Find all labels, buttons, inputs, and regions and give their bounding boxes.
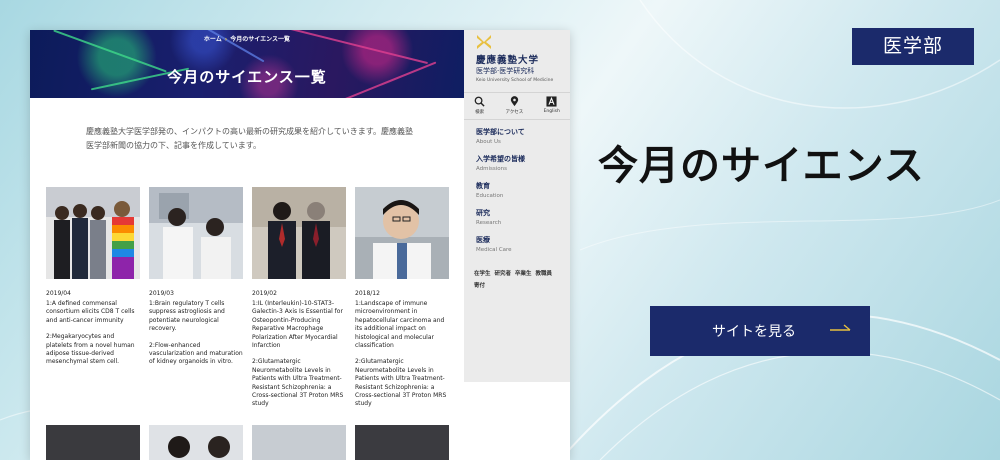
nav-research[interactable]: 研究 Research: [476, 208, 501, 226]
card-articles: 1:Brain regulatory T cells suppress astr…: [149, 300, 243, 375]
link-alumni[interactable]: 卒業生: [515, 271, 532, 277]
utility-icons: 検索 アクセス English: [464, 92, 570, 120]
link-students[interactable]: 在学生: [474, 271, 491, 277]
card-photo: [355, 187, 449, 279]
access-label: アクセス: [505, 110, 524, 115]
nav-label-jp: 医学部について: [476, 128, 525, 136]
english-button[interactable]: English: [544, 96, 560, 119]
article-title[interactable]: 2:Megakaryocytes and platelets from a no…: [46, 333, 140, 367]
breadcrumb-home[interactable]: ホーム: [204, 36, 222, 43]
science-card[interactable]: 2019/03 1:Brain regulatory T cells suppr…: [149, 187, 243, 365]
nav-label-jp: 研究: [476, 209, 490, 217]
next-card-photo[interactable]: [355, 425, 449, 460]
language-icon: [546, 96, 557, 107]
link-staff[interactable]: 教職員: [536, 271, 553, 277]
card-articles: 1:A defined commensal consortium elicits…: [46, 300, 140, 375]
nav-label-en: Education: [476, 193, 504, 199]
science-card[interactable]: 2018/12 1:Landscape of immune microenvir…: [355, 187, 449, 407]
access-button[interactable]: アクセス: [505, 96, 523, 119]
nav-education[interactable]: 教育 Education: [476, 181, 503, 199]
nav-label-en: Medical Care: [476, 247, 512, 253]
search-button[interactable]: 検索: [474, 96, 485, 119]
nav-admissions[interactable]: 入学希望の皆様 Admissions: [476, 154, 525, 172]
nav-label-jp: 医療: [476, 236, 490, 244]
card-date: 2019/03: [149, 290, 174, 297]
search-label: 検索: [475, 110, 485, 115]
card-date: 2019/02: [252, 290, 277, 297]
page-title: 今月のサイエンス: [598, 143, 925, 189]
card-photo: [46, 187, 140, 279]
card-photo: [252, 187, 346, 279]
site-screenshot: ホーム › 今月のサイエンス一覧 今月のサイエンス一覧 慶應義塾大学医学部発の、イン…: [30, 30, 570, 460]
nav-label-en: About Us: [476, 139, 501, 145]
article-title[interactable]: 2:Glutamatergic Neurometabolite Levels i…: [355, 358, 449, 408]
next-card-photo[interactable]: [46, 425, 140, 460]
link-donation[interactable]: 寄付: [474, 283, 485, 289]
card-photo: [149, 187, 243, 279]
nav-medical-care[interactable]: 医療 Medical Care: [476, 235, 512, 253]
keio-pen-logo-icon: [477, 35, 491, 49]
nav-label-jp: 教育: [476, 182, 490, 190]
faculty-badge: 医学部: [852, 28, 974, 65]
nav-label-en: Admissions: [476, 166, 508, 172]
article-title[interactable]: 1:Landscape of immune microenvironment i…: [355, 300, 449, 350]
logo-subtitle: 医学部·医学研究科: [476, 67, 535, 75]
science-card[interactable]: 2019/04 1:A defined commensal consortium…: [46, 187, 140, 365]
side-navigation: 慶應義塾大学 医学部·医学研究科 Keio University School …: [464, 30, 570, 382]
breadcrumb-current: 今月のサイエンス一覧: [230, 36, 291, 43]
nav-label-jp: 入学希望の皆様: [476, 155, 525, 163]
visit-site-label: サイトを見る: [712, 324, 796, 340]
breadcrumb: ホーム › 今月のサイエンス一覧: [203, 36, 291, 43]
hero-title: 今月のサイエンス一覧: [167, 68, 327, 86]
article-title[interactable]: 2:Flow-enhanced vascularization and matu…: [149, 342, 243, 367]
search-icon: [474, 96, 485, 107]
logo-name[interactable]: 慶應義塾大学: [476, 52, 539, 66]
intro-text: 慶應義塾大学医学部発の、インパクトの高い最新の研究成果を紹介していきます。慶應義…: [86, 127, 413, 150]
map-pin-icon: [510, 96, 519, 107]
article-title[interactable]: 1:IL (Interleukin)-10-STAT3-Galectin-3 A…: [252, 300, 346, 350]
hero-banner: ホーム › 今月のサイエンス一覧 今月のサイエンス一覧: [30, 30, 464, 98]
card-date: 2018/12: [355, 290, 380, 297]
link-researchers[interactable]: 研究者: [495, 271, 512, 277]
visit-site-button[interactable]: サイトを見る: [650, 306, 870, 356]
next-card-photo[interactable]: [252, 425, 346, 460]
logo-english: Keio University School of Medicine: [476, 78, 554, 83]
card-articles: 1:Landscape of immune microenvironment i…: [355, 300, 449, 417]
english-label: English: [543, 109, 560, 114]
article-title[interactable]: 1:A defined commensal consortium elicits…: [46, 300, 140, 325]
article-title[interactable]: 1:Brain regulatory T cells suppress astr…: [149, 300, 243, 334]
science-list-page: ホーム › 今月のサイエンス一覧 今月のサイエンス一覧 慶應義塾大学医学部発の、イン…: [30, 30, 464, 460]
nav-label-en: Research: [476, 220, 502, 226]
audience-links: 在学生 研究者 卒業生 教職員 寄付: [474, 268, 566, 292]
science-card[interactable]: 2019/02 1:IL (Interleukin)-10-STAT3-Gale…: [252, 187, 346, 407]
nav-about[interactable]: 医学部について About Us: [476, 127, 525, 145]
card-date: 2019/04: [46, 290, 71, 297]
arrow-right-icon: [830, 324, 851, 331]
card-articles: 1:IL (Interleukin)-10-STAT3-Galectin-3 A…: [252, 300, 346, 417]
next-card-photo[interactable]: [149, 425, 243, 460]
article-title[interactable]: 2:Glutamatergic Neurometabolite Levels i…: [252, 358, 346, 408]
